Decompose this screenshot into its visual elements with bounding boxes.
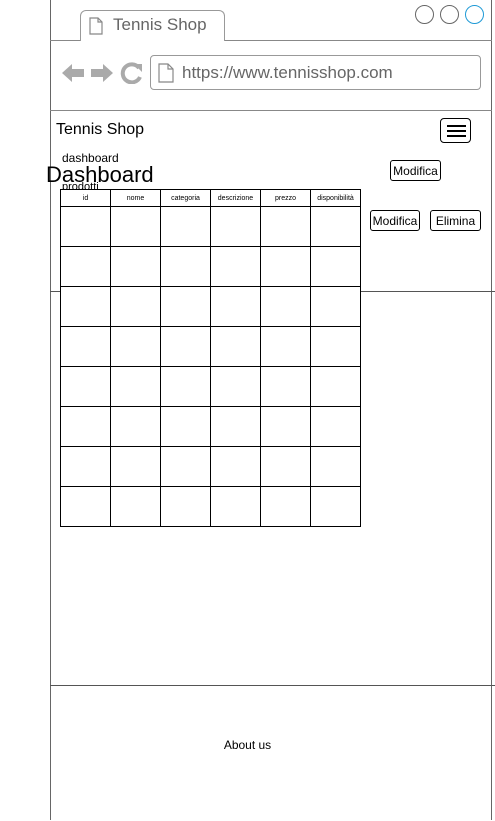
document-icon bbox=[89, 17, 103, 40]
about-us-link[interactable]: About us bbox=[0, 738, 495, 752]
column-header-nome[interactable]: nome bbox=[110, 189, 161, 207]
browser-tab[interactable]: Tennis Shop bbox=[80, 10, 225, 41]
table-cell bbox=[110, 366, 161, 407]
table-row[interactable] bbox=[60, 446, 361, 487]
table-cell bbox=[60, 206, 111, 247]
back-arrow-icon[interactable] bbox=[61, 62, 85, 89]
table-cell bbox=[160, 406, 211, 447]
column-header-disponibilita[interactable]: disponibilità bbox=[310, 189, 361, 207]
table-body bbox=[60, 206, 361, 527]
table-cell bbox=[60, 286, 111, 327]
table-cell bbox=[60, 366, 111, 407]
table-cell bbox=[310, 206, 361, 247]
tab-title: Tennis Shop bbox=[113, 15, 207, 34]
table-cell bbox=[60, 446, 111, 487]
table-cell bbox=[160, 326, 211, 367]
table-cell bbox=[310, 486, 361, 527]
table-cell bbox=[160, 366, 211, 407]
table-cell bbox=[160, 246, 211, 287]
table-cell bbox=[260, 446, 311, 487]
url-text: https://www.tennisshop.com bbox=[182, 63, 393, 82]
forward-arrow-icon[interactable] bbox=[90, 62, 114, 89]
table-cell bbox=[260, 246, 311, 287]
table-cell bbox=[110, 206, 161, 247]
page-title: Dashboard bbox=[46, 162, 154, 187]
url-input[interactable]: https://www.tennisshop.com bbox=[150, 55, 481, 90]
table-cell bbox=[210, 406, 261, 447]
table-cell bbox=[110, 246, 161, 287]
table-cell bbox=[210, 326, 261, 367]
table-cell bbox=[60, 326, 111, 367]
modify-button[interactable]: Modifica bbox=[370, 210, 420, 231]
table-cell bbox=[60, 486, 111, 527]
reload-icon[interactable] bbox=[120, 62, 144, 89]
table-cell bbox=[110, 406, 161, 447]
table-cell bbox=[310, 446, 361, 487]
window-close-icon[interactable] bbox=[465, 5, 484, 24]
table-cell bbox=[260, 326, 311, 367]
table-header-row: id nome categoria descrizione prezzo dis… bbox=[60, 189, 361, 207]
table-cell bbox=[110, 446, 161, 487]
table-cell bbox=[210, 446, 261, 487]
table-cell bbox=[210, 206, 261, 247]
table-cell bbox=[260, 406, 311, 447]
column-header-descrizione[interactable]: descrizione bbox=[210, 189, 261, 207]
table-cell bbox=[160, 206, 211, 247]
table-cell bbox=[110, 486, 161, 527]
table-cell bbox=[210, 286, 261, 327]
table-cell bbox=[260, 486, 311, 527]
table-cell bbox=[210, 366, 261, 407]
column-header-categoria[interactable]: categoria bbox=[160, 189, 211, 207]
table-cell bbox=[260, 366, 311, 407]
delete-button[interactable]: Elimina bbox=[430, 210, 481, 231]
table-row[interactable] bbox=[60, 406, 361, 447]
table-cell bbox=[310, 406, 361, 447]
table-cell bbox=[310, 326, 361, 367]
table-row[interactable] bbox=[60, 206, 361, 247]
table-row[interactable] bbox=[60, 286, 361, 327]
table-row[interactable] bbox=[60, 326, 361, 367]
table-cell bbox=[310, 366, 361, 407]
table-cell bbox=[310, 286, 361, 327]
column-header-prezzo[interactable]: prezzo bbox=[260, 189, 311, 207]
window-maximize-icon[interactable] bbox=[440, 5, 459, 24]
site-brand[interactable]: Tennis Shop bbox=[56, 121, 144, 139]
footer-divider bbox=[50, 685, 495, 686]
table-cell bbox=[160, 286, 211, 327]
products-table: id nome categoria descrizione prezzo dis… bbox=[60, 189, 361, 527]
column-header-id[interactable]: id bbox=[60, 189, 111, 207]
table-cell bbox=[310, 246, 361, 287]
table-cell bbox=[110, 286, 161, 327]
table-cell bbox=[260, 286, 311, 327]
page-icon bbox=[158, 63, 174, 88]
hamburger-menu-icon[interactable] bbox=[440, 118, 471, 143]
table-cell bbox=[110, 326, 161, 367]
table-cell bbox=[210, 486, 261, 527]
table-cell bbox=[210, 246, 261, 287]
table-cell bbox=[260, 206, 311, 247]
table-cell bbox=[160, 446, 211, 487]
modify-button-top[interactable]: Modifica bbox=[390, 160, 441, 181]
table-cell bbox=[60, 246, 111, 287]
table-cell bbox=[160, 486, 211, 527]
table-cell bbox=[60, 406, 111, 447]
table-row[interactable] bbox=[60, 366, 361, 407]
table-row[interactable] bbox=[60, 246, 361, 287]
table-row[interactable] bbox=[60, 486, 361, 527]
window-minimize-icon[interactable] bbox=[415, 5, 434, 24]
